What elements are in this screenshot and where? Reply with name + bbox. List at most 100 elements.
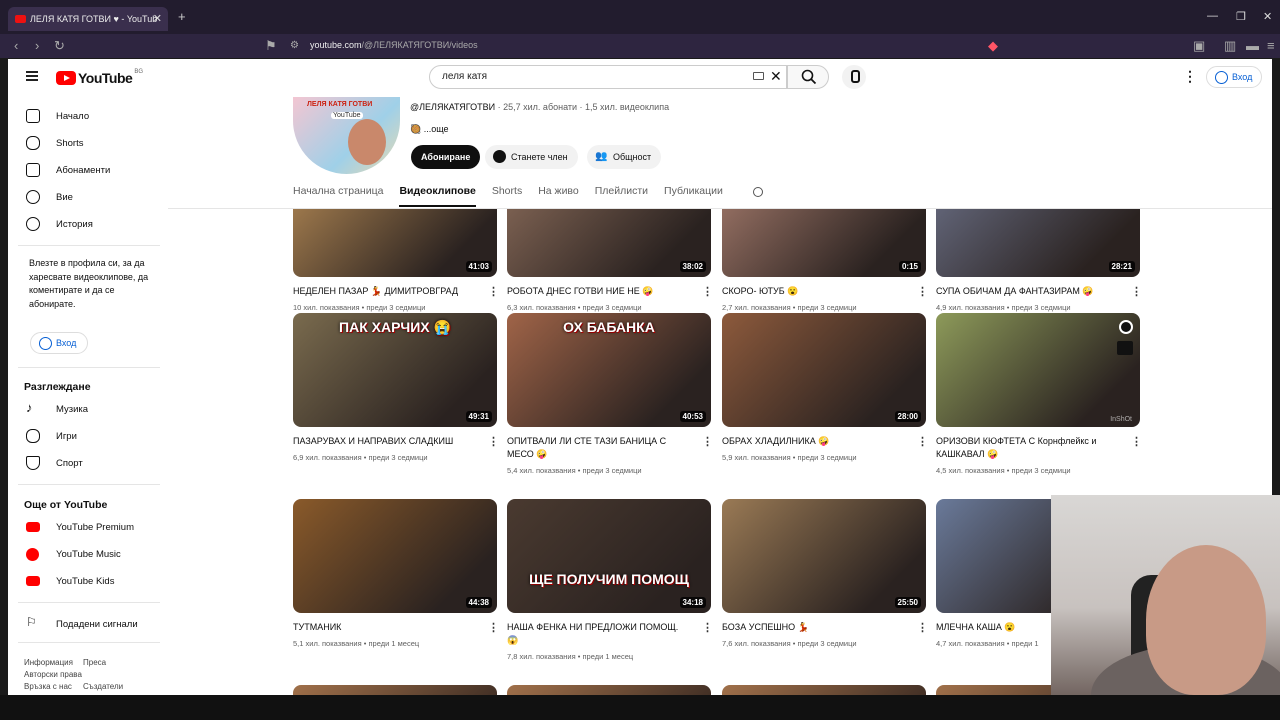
menu-icon[interactable]: ≡ [1267, 38, 1275, 53]
video-title[interactable]: ТУТМАНИК [293, 621, 475, 634]
video-menu-icon[interactable]: ⋮ [702, 287, 713, 298]
video-title[interactable]: СКОРО- ЮТУБ 😮 [722, 285, 904, 298]
video-thumbnail[interactable]: InShOt [936, 313, 1140, 427]
sidebar-item-music[interactable]: ♪ Музика [24, 399, 88, 421]
signin-button[interactable]: Вход [1206, 66, 1262, 88]
forward-icon[interactable]: › [35, 38, 39, 53]
video-title[interactable]: БОЗА УСПЕШНО 💃 [722, 621, 904, 634]
video-menu-icon[interactable]: ⋮ [1131, 437, 1142, 448]
site-settings-icon[interactable]: ⚙ [290, 40, 299, 51]
footer-link[interactable]: Авторски права [24, 670, 82, 679]
video-title[interactable]: НАША ФЕНКА НИ ПРЕДЛОЖИ ПОМОЩ. 😱 [507, 621, 689, 647]
sidebar-item-kids[interactable]: YouTube Kids [24, 571, 114, 593]
tab-videos[interactable]: Видеоклипове [399, 185, 476, 207]
video-menu-icon[interactable]: ⋮ [917, 623, 928, 634]
video-menu-icon[interactable]: ⋮ [1131, 287, 1142, 298]
video-thumbnail[interactable]: 25:50 [722, 499, 926, 613]
video-title[interactable]: СУПА ОБИЧАМ ДА ФАНТАЗИРАМ 🤪 [936, 285, 1118, 298]
footer-link[interactable]: Връзка с нас [24, 682, 72, 691]
footer-link[interactable]: Създатели [83, 682, 123, 691]
address-bar[interactable]: youtube.com/@ЛЕЛЯКАТЯГОТВИ/videos [310, 40, 478, 50]
join-button[interactable]: Станете член [485, 145, 578, 169]
video-title[interactable]: ОРИЗОВИ КЮФТЕТА С Корнфлейкс и КАШКАВАЛ … [936, 435, 1118, 461]
voice-search-icon[interactable] [842, 65, 866, 89]
video-title[interactable]: НЕДЕЛЕН ПАЗАР 💃 ДИМИТРОВГРАД [293, 285, 475, 298]
video-card[interactable]: ОХ БАБАНКА 40:53 ОПИТВАЛИ ЛИ СТЕ ТАЗИ БАНИ… [507, 313, 713, 488]
sidebar-signin-button[interactable]: Вход [30, 332, 88, 354]
clear-search-icon[interactable]: ✕ [770, 68, 782, 85]
channel-description-more[interactable]: 🥘 ...още [410, 124, 449, 135]
sidebar-item-subscriptions[interactable]: Абонаменти [24, 160, 110, 182]
video-thumbnail[interactable]: 38:02 [507, 209, 711, 277]
footer-link[interactable]: Преса [83, 658, 106, 667]
sidebar-item-premium[interactable]: YouTube Premium [24, 517, 134, 539]
video-menu-icon[interactable]: ⋮ [917, 287, 928, 298]
tab-live[interactable]: На живо [538, 185, 579, 207]
video-menu-icon[interactable]: ⋮ [488, 623, 499, 634]
keyboard-icon[interactable] [753, 72, 764, 80]
sidebar-item-reports[interactable]: ⚐ Подадени сигнали [24, 614, 138, 636]
channel-search-icon[interactable] [753, 187, 763, 197]
video-card[interactable]: InShOt ОРИЗОВИ КЮФТЕТА С Корнфлейкс и КАШ… [936, 313, 1142, 488]
video-thumbnail[interactable]: 0:15 [722, 209, 926, 277]
video-menu-icon[interactable]: ⋮ [488, 287, 499, 298]
video-menu-icon[interactable]: ⋮ [702, 437, 713, 448]
youtube-logo[interactable]: YouTube BG [56, 69, 143, 86]
sidebar-item-music-app[interactable]: YouTube Music [24, 544, 121, 566]
subscribe-button[interactable]: Абониране [411, 145, 481, 169]
watch-later-icon[interactable] [1119, 320, 1133, 334]
video-menu-icon[interactable]: ⋮ [917, 437, 928, 448]
extensions-icon[interactable]: ▣ [1193, 38, 1205, 54]
tab-posts[interactable]: Публикации [664, 185, 723, 207]
settings-kebab-icon[interactable]: ⋮ [1183, 68, 1197, 85]
video-thumbnail[interactable]: ЩЕ ПОЛУЧИМ ПОМОЩ 34:18 [507, 499, 711, 613]
tab-home[interactable]: Начална страница [293, 185, 383, 207]
video-title[interactable]: ОПИТВАЛИ ЛИ СТЕ ТАЗИ БАНИЦА С МЕСО 🤪 [507, 435, 689, 461]
video-thumbnail[interactable]: 44:38 [293, 499, 497, 613]
tab-playlists[interactable]: Плейлисти [595, 185, 648, 207]
video-card[interactable]: 25:50 БОЗА УСПЕШНО 💃 ⋮ 7,6 хил. показвания … [722, 499, 928, 674]
video-title[interactable]: ОБРАХ ХЛАДИЛНИКА 🤪 [722, 435, 904, 448]
video-title[interactable]: ПАЗАРУВАХ И НАПРАВИХ СЛАДКИШ [293, 435, 475, 448]
sidebar-item-you[interactable]: Вие [24, 187, 73, 209]
new-tab-icon[interactable]: + [178, 9, 186, 24]
video-thumbnail[interactable]: ОХ БАБАНКА 40:53 [507, 313, 711, 427]
footer-link[interactable]: Информация [24, 658, 73, 667]
video-thumbnail[interactable]: 41:03 [293, 209, 497, 277]
tab-shorts[interactable]: Shorts [492, 185, 522, 207]
video-card[interactable]: ЩЕ ПОЛУЧИМ ПОМОЩ 34:18 НАША ФЕНКА НИ ПРЕДЛ… [507, 499, 713, 674]
video-menu-icon[interactable]: ⋮ [702, 623, 713, 634]
add-to-queue-icon[interactable] [1117, 341, 1133, 355]
sidebar-item-home[interactable]: Начало [24, 106, 89, 128]
search-input[interactable]: леля катя [429, 65, 787, 89]
channel-avatar[interactable]: ЛЕЛЯ КАТЯ ГОТВИ YouTube [293, 97, 400, 174]
video-thumbnail[interactable]: 28:00 [722, 313, 926, 427]
browser-tab[interactable]: ЛЕЛЯ КАТЯ ГОТВИ ♥ - YouTub ✕ [8, 7, 168, 31]
sidebar-item-history[interactable]: История [24, 214, 93, 236]
sidebar-item-shorts[interactable]: Shorts [24, 133, 83, 155]
video-thumbnail-partial[interactable] [722, 685, 926, 695]
maximize-icon[interactable]: ❐ [1236, 10, 1246, 23]
close-window-icon[interactable]: ✕ [1263, 10, 1272, 23]
reload-icon[interactable]: ↻ [54, 38, 65, 54]
video-card[interactable]: 28:00 ОБРАХ ХЛАДИЛНИКА 🤪 ⋮ 5,9 хил. показва… [722, 313, 928, 488]
video-card[interactable]: ПАК ХАРЧИХ 😭 49:31 ПАЗАРУВАХ И НАПРАВИХ СЛ… [293, 313, 499, 488]
sidebar-item-gaming[interactable]: Игри [24, 426, 77, 448]
back-icon[interactable]: ‹ [14, 38, 18, 53]
close-tab-icon[interactable]: ✕ [153, 12, 162, 25]
video-card[interactable]: 44:38 ТУТМАНИК ⋮ 5,1 хил. показвания • пред… [293, 499, 499, 674]
video-thumbnail[interactable]: 28:21 [936, 209, 1140, 277]
bookmark-icon[interactable]: ⚑ [265, 38, 277, 54]
sidebar-toggle-icon[interactable]: ▥ [1224, 38, 1236, 54]
sidebar-item-sports[interactable]: Спорт [24, 453, 83, 475]
video-thumbnail-partial[interactable] [507, 685, 711, 695]
video-thumbnail-partial[interactable] [293, 685, 497, 695]
community-button[interactable]: 👥 Общност [587, 145, 662, 169]
minimize-icon[interactable]: — [1207, 10, 1218, 22]
video-thumbnail[interactable]: ПАК ХАРЧИХ 😭 49:31 [293, 313, 497, 427]
brave-shield-icon[interactable]: ◆ [988, 38, 998, 54]
video-title[interactable]: РОБОТА ДНЕС ГОТВИ НИЕ НЕ 🤪 [507, 285, 689, 298]
video-menu-icon[interactable]: ⋮ [488, 437, 499, 448]
hamburger-menu-icon[interactable] [26, 71, 38, 81]
wallet-icon[interactable]: ▬ [1246, 38, 1259, 53]
